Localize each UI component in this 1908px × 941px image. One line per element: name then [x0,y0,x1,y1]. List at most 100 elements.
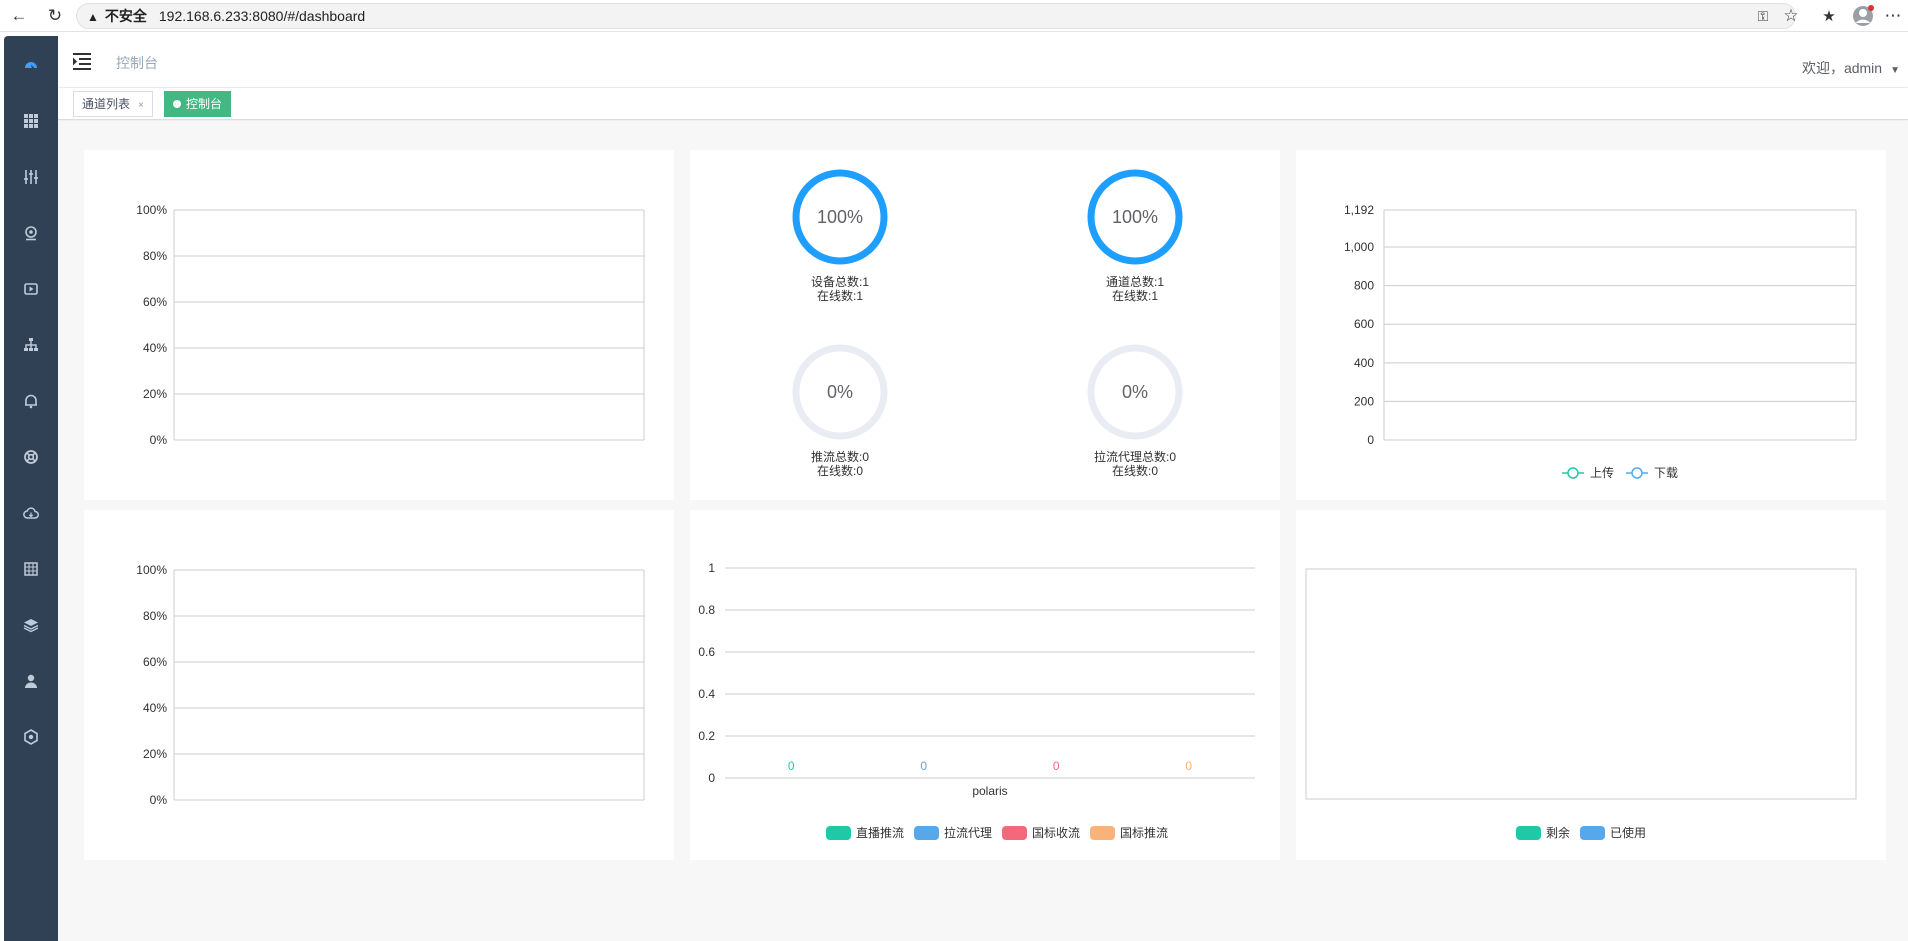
favorites-icon[interactable]: ★ [1818,5,1840,27]
tag-label: 控制台 [186,97,223,111]
legend-swatch [1002,826,1027,840]
y-tick-label: 0% [150,793,168,807]
storage-pie-chart: 剩余 已使用 [1305,568,1857,840]
sidebar-item-support[interactable] [4,442,58,472]
key-icon[interactable]: ⚿ [1752,5,1774,27]
y-tick-label: 80% [143,609,167,623]
y-tick-label: 1,000 [1344,240,1374,254]
dashboard-main: 100% 80% 60% 40% 20% 0% 100% 设备总数:1 在线数:1 100… [58,121,1908,941]
bar-value-label: 0 [1185,759,1192,773]
sidebar-item-records[interactable] [4,554,58,584]
sidebar-item-organization[interactable] [4,330,58,360]
y-tick-label: 0% [150,433,168,447]
user-icon [25,674,37,688]
reload-icon[interactable]: ↻ [44,5,66,27]
active-dot-icon [173,100,181,108]
star-icon[interactable]: ☆ [1780,5,1802,27]
webcam-icon [25,226,37,241]
sidebar-item-dashboard[interactable] [4,50,58,80]
sidebar-item-users[interactable] [4,666,58,696]
network-line-chart: 1,192 1,000 800 600 400 200 0 上传 下载 [1344,203,1857,480]
gauge-online: 在线数:1 [816,289,863,303]
breadcrumb[interactable]: 控制台 [116,53,158,73]
channel-gauge: 100% 通道总数:1 在线数:1 [1055,164,1215,303]
y-tick-label: 100% [136,203,167,217]
sidebar-item-layers[interactable] [4,610,58,640]
legend-label: 已使用 [1610,825,1646,840]
gauge-online: 在线数:1 [1111,289,1158,303]
more-icon[interactable]: ⋯ [1882,5,1904,27]
gauge-percent: 100% [1111,207,1159,227]
push-gauge: 0% 推流总数:0 在线数:0 [760,339,920,478]
gauge-total: 拉流代理总数:0 [1093,450,1176,464]
sidebar-item-apps[interactable] [4,106,58,136]
video-icon [24,283,38,295]
tag-label: 通道列表 [82,97,131,111]
legend-label: 国标收流 [1032,826,1080,840]
sidebar-item-settings[interactable] [4,722,58,752]
sliders-icon [24,170,38,184]
bar-value-label: 0 [920,759,927,773]
chart-card-network: 1,192 1,000 800 600 400 200 0 上传 下载 [1296,150,1886,500]
streams-bar-chart: 1 0.8 0.6 0.4 0.2 0 0 0 0 0 polaris 直播推流 拉流代理 国标收流 国标推… [698,561,1255,840]
address-bar[interactable]: ▲ 不安全 192.168.6.233:8080/#/dashboard [76,3,1796,29]
bell-icon [25,394,37,409]
sidebar-item-alarms[interactable] [4,386,58,416]
legend-swatch [914,826,939,840]
gauge-total: 通道总数:1 [1105,275,1164,289]
sidebar-item-devices[interactable] [4,218,58,248]
tag-dashboard[interactable]: 控制台 [164,91,232,117]
status-gauges-card: 100% 设备总数:1 在线数:1 100% 通道总数:1 在线数:1 0% 推… [690,150,1280,500]
y-tick-label: 400 [1354,356,1374,370]
y-tick-label: 40% [143,701,167,715]
legend-label: 下载 [1654,466,1678,480]
close-icon[interactable]: × [138,100,144,111]
gauge-online: 在线数:0 [816,464,863,478]
welcome-text: 欢迎，admin [1801,60,1883,76]
percent-line-chart-2: 100% 80% 60% 40% 20% 0% [136,563,645,807]
y-tick-label: 0.4 [698,687,715,701]
profile-avatar[interactable] [1852,5,1874,27]
settings-icon [24,729,38,745]
y-tick-label: 600 [1354,317,1374,331]
grid-icon [24,114,38,128]
y-tick-label: 200 [1354,394,1374,408]
caret-down-icon: ▼ [1890,65,1900,76]
gauge-total: 设备总数:1 [810,275,869,289]
legend-swatch [826,826,851,840]
y-tick-label: 800 [1354,279,1374,293]
legend-label: 国标推流 [1120,826,1168,840]
bar-value-label: 0 [1053,759,1060,773]
legend-swatch [1090,826,1115,840]
sidebar [4,36,58,941]
back-icon[interactable]: ← [8,5,30,27]
sidebar-item-cloud[interactable] [4,498,58,528]
y-tick-label: 60% [143,655,167,669]
cloud-icon [23,507,39,519]
chart-card-percent-2: 100% 80% 60% 40% 20% 0% [84,510,674,860]
y-tick-label: 60% [143,295,167,309]
legend-label: 剩余 [1546,825,1570,840]
percent-line-chart-1: 100% 80% 60% 40% 20% 0% [136,203,645,447]
legend-swatch [1580,826,1605,840]
tags-view: 通道列表 × 控制台 [58,88,1908,120]
tag-channel-list[interactable]: 通道列表 × [73,91,153,117]
sitemap-icon [24,338,38,351]
user-menu[interactable]: 欢迎，admin ▼ [1802,58,1900,78]
y-tick-label: 100% [136,563,167,577]
y-tick-label: 20% [143,747,167,761]
gauge-percent: 0% [1121,382,1148,402]
url-text: 192.168.6.233:8080/#/dashboard [158,8,366,24]
layers-icon [23,619,39,633]
dashboard-icon [25,62,37,68]
gauge-online: 在线数:0 [1111,464,1158,478]
device-gauge: 100% 设备总数:1 在线数:1 [760,164,920,303]
hamburger-icon[interactable] [73,52,93,70]
sidebar-item-video[interactable] [4,274,58,304]
sidebar-item-params[interactable] [4,162,58,192]
legend-swatch [1516,826,1541,840]
gauge-percent: 0% [826,382,853,402]
browser-toolbar: ← ↻ ▲ 不安全 192.168.6.233:8080/#/dashboard ⚿… [0,0,1908,32]
pie-frame [1305,568,1857,800]
y-tick-label: 0.2 [698,729,715,743]
